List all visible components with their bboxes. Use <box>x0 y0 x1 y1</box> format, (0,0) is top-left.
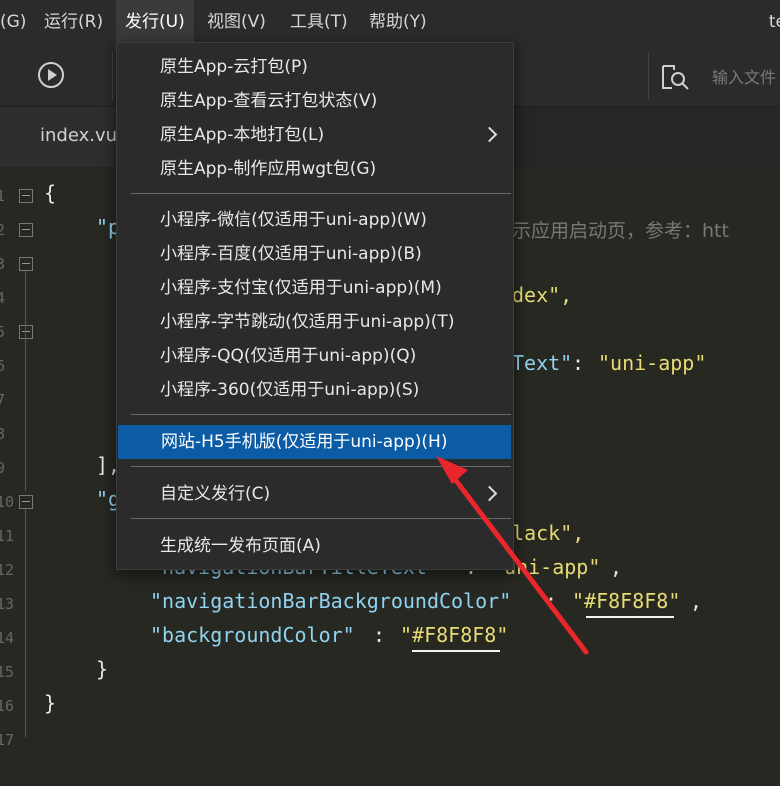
menu-item-label: 原生App-云打包(P) <box>160 57 308 77</box>
publish-dropdown-menu: 原生App-云打包(P) 原生App-查看云打包状态(V) 原生App-本地打包… <box>116 42 514 570</box>
code-punct: , <box>610 555 623 579</box>
line-number: 11 <box>0 527 15 545</box>
line-number: 4 <box>0 289 6 307</box>
line-number: 6 <box>0 357 6 375</box>
menu-item-app-cloud-pack[interactable]: 原生App-云打包(P) <box>117 50 513 84</box>
fold-toggle-icon[interactable] <box>19 189 33 203</box>
code-string: "#F8F8F8" <box>572 589 681 613</box>
code-line: } <box>44 691 57 715</box>
code-line: } <box>96 657 109 681</box>
line-number: 5 <box>0 323 6 341</box>
menu-item-label: 小程序-字节跳动(仅适用于uni-app)(T) <box>160 312 455 332</box>
fold-toggle-icon[interactable] <box>19 223 33 237</box>
code-key: "backgroundColor" <box>150 623 355 647</box>
menu-item-label: 自定义发行(C) <box>160 484 271 504</box>
line-number: 10 <box>0 493 15 511</box>
line-number: 12 <box>0 561 15 579</box>
toolbar-divider <box>112 52 113 100</box>
code-string: "#F8F8F8" <box>400 623 509 647</box>
menu-item-label: 原生App-本地打包(L) <box>160 125 325 145</box>
fold-toggle-icon[interactable] <box>19 325 33 339</box>
fold-toggle-icon[interactable] <box>19 495 33 509</box>
menu-item-app-cloud-status[interactable]: 原生App-查看云打包状态(V) <box>117 84 513 118</box>
menu-item-label: 小程序-360(仅适用于uni-app)(S) <box>160 380 420 400</box>
code-line: { <box>44 181 57 205</box>
window-title: te <box>768 12 780 32</box>
menu-item-label: 小程序-微信(仅适用于uni-app)(W) <box>160 210 427 230</box>
toolbar-divider <box>648 52 649 100</box>
menu-separator <box>131 466 511 467</box>
menu-view[interactable]: 视图(V) <box>207 0 266 44</box>
menu-item-label: 小程序-支付宝(仅适用于uni-app)(M) <box>160 278 442 298</box>
menu-item-label: 小程序-QQ(仅适用于uni-app)(Q) <box>160 346 417 366</box>
line-number: 15 <box>0 663 15 681</box>
play-circle-icon[interactable] <box>38 62 64 88</box>
search-icon[interactable] <box>660 62 690 92</box>
code-key: "navigationBarBackgroundColor" <box>150 589 512 613</box>
line-number: 13 <box>0 595 15 613</box>
line-number: 9 <box>0 459 6 477</box>
menu-help[interactable]: 帮助(Y) <box>369 0 427 44</box>
menu-item-mp-qq[interactable]: 小程序-QQ(仅适用于uni-app)(Q) <box>117 339 513 373</box>
fold-guide <box>25 707 26 737</box>
menu-publish[interactable]: 发行(U) <box>116 0 194 44</box>
tab-label: index.vue <box>40 125 129 146</box>
line-number: 7 <box>0 391 6 409</box>
menu-item-mp-weixin[interactable]: 小程序-微信(仅适用于uni-app)(W) <box>117 203 513 237</box>
fold-guide <box>25 509 26 707</box>
menu-item-unified-release-page[interactable]: 生成统一发布页面(A) <box>117 529 513 563</box>
code-punct: : <box>545 589 570 613</box>
menu-item-app-local-pack[interactable]: 原生App-本地打包(L) <box>117 118 513 152</box>
line-number: 3 <box>0 255 6 273</box>
code-punct: : <box>572 351 597 375</box>
menu-item-label: 小程序-百度(仅适用于uni-app)(B) <box>160 244 422 264</box>
menu-item-label: 生成统一发布页面(A) <box>160 536 321 556</box>
code-key: Text" <box>512 351 573 375</box>
menu-item-custom-publish[interactable]: 自定义发行(C) <box>117 477 513 511</box>
menu-separator <box>131 193 511 194</box>
line-number: 2 <box>0 221 6 239</box>
menubar: (G) 运行(R) 发行(U) 视图(V) 工具(T) 帮助(Y) te <box>0 0 780 44</box>
menu-tools[interactable]: 工具(T) <box>290 0 348 44</box>
annotation-underline <box>586 616 674 618</box>
menu-item-label: 原生App-制作应用wgt包(G) <box>160 159 377 179</box>
code-string: dex", <box>512 283 573 307</box>
menu-item-mp-alipay[interactable]: 小程序-支付宝(仅适用于uni-app)(M) <box>117 271 513 305</box>
menu-item-app-wgt[interactable]: 原生App-制作应用wgt包(G) <box>117 152 513 186</box>
fold-guide <box>25 271 26 491</box>
line-number: 1 <box>0 187 6 205</box>
menu-item-mp-baidu[interactable]: 小程序-百度(仅适用于uni-app)(B) <box>117 237 513 271</box>
search-input[interactable] <box>710 60 780 94</box>
code-punct: : <box>373 623 398 647</box>
menu-separator <box>131 518 511 519</box>
menu-item-mp-toutiao[interactable]: 小程序-字节跳动(仅适用于uni-app)(T) <box>117 305 513 339</box>
code-comment: 示应用启动页，参考：htt <box>512 220 729 242</box>
menu-separator <box>131 414 511 415</box>
menu-item-h5[interactable]: 网站-H5手机版(仅适用于uni-app)(H) <box>118 425 511 459</box>
menu-run[interactable]: 运行(R) <box>44 0 103 44</box>
code-punct: , <box>690 589 703 613</box>
code-string: "uni-app" <box>598 351 707 375</box>
annotation-underline <box>412 650 500 652</box>
line-number: 16 <box>0 697 15 715</box>
menu-item-mp-360[interactable]: 小程序-360(仅适用于uni-app)(S) <box>117 373 513 407</box>
menu-item-label: 网站-H5手机版(仅适用于uni-app)(H) <box>161 432 448 452</box>
line-number: 14 <box>0 629 15 647</box>
line-number: 17 <box>0 731 15 749</box>
menu-item-label: 原生App-查看云打包状态(V) <box>160 91 378 111</box>
fold-toggle-icon[interactable] <box>19 257 33 271</box>
line-number: 8 <box>0 425 6 443</box>
menu-go[interactable]: (G) <box>0 0 26 44</box>
